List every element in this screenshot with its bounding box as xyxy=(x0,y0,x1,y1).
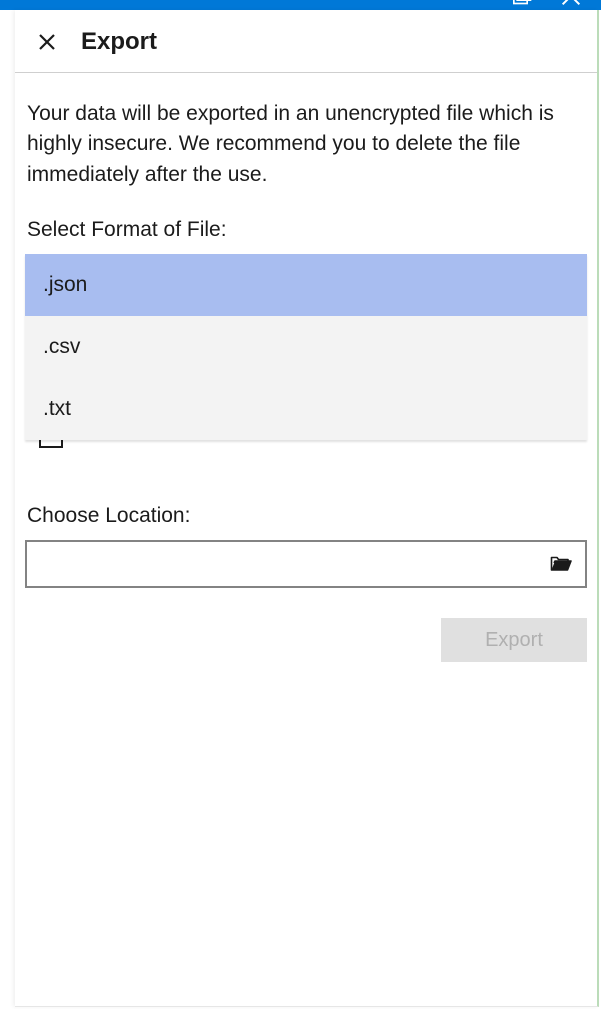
format-option-txt[interactable]: .txt xyxy=(25,378,587,440)
location-input[interactable] xyxy=(39,542,549,586)
window-titlebar xyxy=(0,0,601,10)
page-title: Export xyxy=(81,28,157,56)
maximize-icon[interactable] xyxy=(513,0,533,6)
location-label: Choose Location: xyxy=(25,504,587,528)
export-button[interactable]: Export xyxy=(441,618,587,662)
format-dropdown-list: .json .csv .txt xyxy=(25,254,587,440)
panel-header: Export xyxy=(15,10,597,73)
location-input-wrap xyxy=(25,540,587,588)
format-option-json[interactable]: .json xyxy=(25,254,587,316)
format-option-csv[interactable]: .csv xyxy=(25,316,587,378)
archived-row: Archived xyxy=(25,438,587,458)
format-label: Select Format of File: xyxy=(25,218,587,242)
export-panel: Export Your data will be exported in an … xyxy=(15,10,599,1007)
minimize-icon[interactable] xyxy=(465,0,485,6)
close-icon[interactable] xyxy=(33,28,61,56)
window-close-icon[interactable] xyxy=(561,0,581,6)
folder-open-icon[interactable] xyxy=(549,552,573,576)
warning-text: Your data will be exported in an unencry… xyxy=(25,99,587,190)
